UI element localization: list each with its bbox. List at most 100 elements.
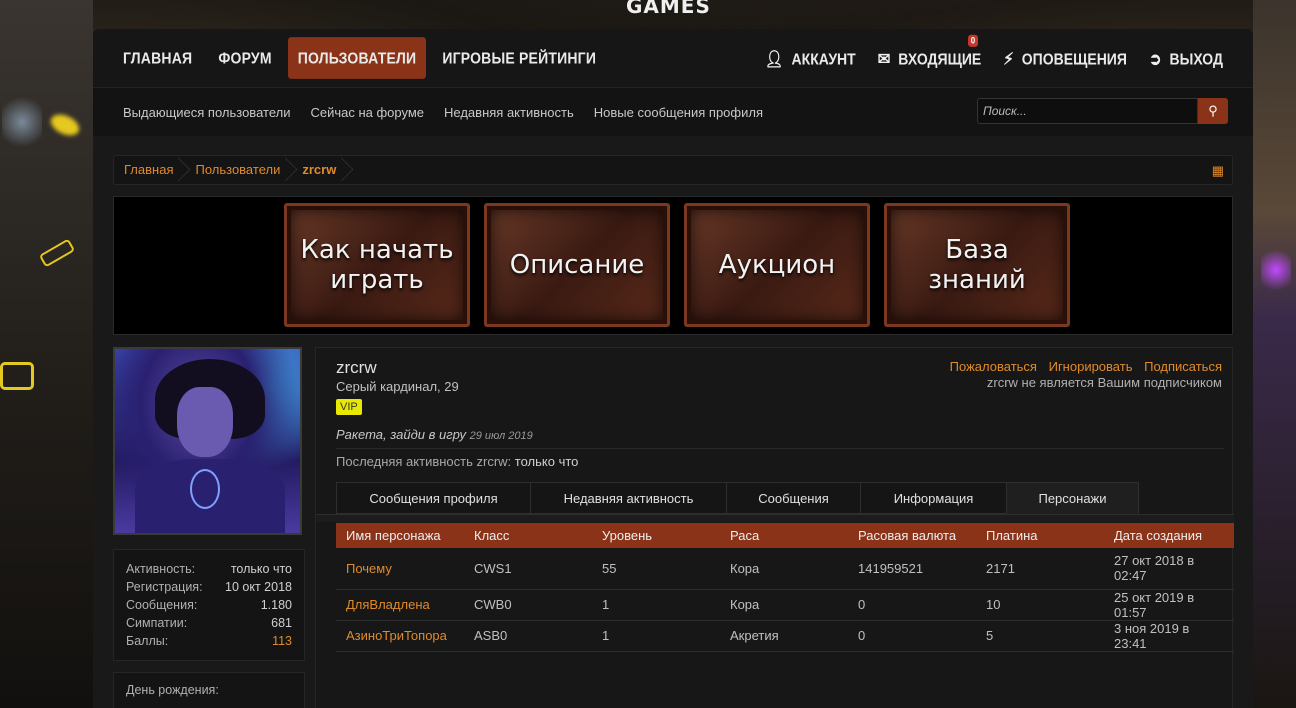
- banner-knowledge-base[interactable]: База знаний: [884, 203, 1070, 327]
- account-link[interactable]: 👤︎ АККАУНТ: [765, 49, 856, 69]
- table-cell: 3 ноя 2019 в 23:41: [1104, 620, 1234, 652]
- table-cell: 5: [976, 620, 1104, 652]
- report-link[interactable]: Пожаловаться: [950, 359, 1037, 374]
- banner-auction[interactable]: Аукцион: [684, 203, 870, 327]
- nav-forum[interactable]: ФОРУМ: [208, 38, 281, 78]
- subnav-new-profile-posts[interactable]: Новые сообщения профиля: [594, 105, 763, 120]
- profile-status: Ракета, зайди в игру 29 июл 2019: [336, 427, 533, 442]
- site-logo[interactable]: GAMES: [626, 0, 711, 18]
- profile-actions: Пожаловаться Игнорировать Подписаться zr…: [942, 359, 1222, 390]
- character-name-link[interactable]: АзиноТриТопора: [336, 620, 464, 652]
- follow-link[interactable]: Подписаться: [1144, 359, 1222, 374]
- alerts-link[interactable]: ⚡︎ ОПОВЕЩЕНИЯ: [1003, 49, 1127, 69]
- col-header[interactable]: Класс: [464, 523, 592, 548]
- col-header[interactable]: Уровень: [592, 523, 720, 548]
- inbox-label: ВХОДЯЩИЕ: [898, 49, 982, 68]
- logout-link[interactable]: ➲ ВЫХОД: [1149, 49, 1223, 69]
- col-header[interactable]: Раса: [720, 523, 848, 548]
- avatar[interactable]: [113, 347, 302, 535]
- stat-row: Регистрация: 10 окт 2018: [126, 580, 292, 594]
- sub-navigation: Выдающиеся пользователи Сейчас на форуме…: [93, 88, 1253, 136]
- birthday-block: День рождения:: [113, 672, 305, 708]
- banner-how-to-start[interactable]: Как начать играть: [284, 203, 470, 327]
- character-name-link[interactable]: Почему: [336, 548, 464, 590]
- table-cell: Кора: [720, 548, 848, 590]
- page-container: ГЛАВНАЯ ФОРУМ ПОЛЬЗОВАТЕЛИ ИГРОВЫЕ РЕЙТИ…: [93, 29, 1253, 708]
- vip-badge: VIP: [336, 399, 362, 415]
- inbox-badge: 0: [967, 34, 979, 47]
- subnav-notable-members[interactable]: Выдающиеся пользователи: [123, 105, 290, 120]
- subnav-recent-activity[interactable]: Недавняя активность: [444, 105, 574, 120]
- table-cell: 2171: [976, 548, 1104, 590]
- profile-title: Серый кардинал, 29: [336, 379, 459, 394]
- table-cell: Акретия: [720, 620, 848, 652]
- subnav-online-now[interactable]: Сейчас на форуме: [310, 105, 424, 120]
- breadcrumb-current[interactable]: zrcrw: [292, 155, 348, 185]
- table-row: ДляВладлена CWB0 1 Кора 0 10 25 окт 2019…: [336, 589, 1234, 621]
- search-input[interactable]: [977, 98, 1198, 124]
- stat-row: Баллы: 113: [126, 632, 292, 650]
- tab-characters[interactable]: Персонажи: [1006, 482, 1139, 514]
- search-button[interactable]: ⚲: [1198, 98, 1228, 124]
- table-cell: 0: [848, 589, 976, 621]
- table-cell: 0: [848, 620, 976, 652]
- logout-label: ВЫХОД: [1169, 49, 1223, 68]
- search-box: ⚲: [977, 98, 1228, 124]
- table-cell: 141959521: [848, 548, 976, 590]
- status-date[interactable]: 29 июл 2019: [470, 430, 533, 442]
- table-cell: 25 окт 2019 в 01:57: [1104, 589, 1234, 621]
- profile-stats: Активность: только что Регистрация: 10 окт…: [113, 549, 305, 661]
- col-header[interactable]: Платина: [976, 523, 1104, 548]
- last-activity: Последняя активность zrcrw: только что: [336, 454, 579, 469]
- table-cell: 27 окт 2018 в 02:47: [1104, 548, 1234, 590]
- nav-game-ratings[interactable]: ИГРОВЫЕ РЕЙТИНГИ: [432, 38, 606, 78]
- follow-note: zrcrw не является Вашим подписчиком: [986, 375, 1222, 390]
- logout-icon: ➲: [1148, 49, 1162, 69]
- table-cell: CWS1: [464, 548, 592, 590]
- tab-profile-posts[interactable]: Сообщения профиля: [336, 482, 530, 514]
- profile-tabs: Сообщения профиля Недавняя активность Со…: [336, 482, 1139, 514]
- table-cell: 55: [592, 548, 720, 590]
- tab-posts[interactable]: Сообщения: [726, 482, 860, 514]
- top-navigation: ГЛАВНАЯ ФОРУМ ПОЛЬЗОВАТЕЛИ ИГРОВЫЕ РЕЙТИ…: [93, 29, 1253, 88]
- profile-main: zrcrw Серый кардинал, 29 VIP Ракета, зай…: [315, 347, 1234, 708]
- banner: Как начать играть Описание Аукцион База …: [113, 196, 1233, 335]
- table-row: Почему CWS1 55 Кора 141959521 2171 27 ок…: [336, 548, 1234, 590]
- table-cell: 1: [592, 589, 720, 621]
- col-header[interactable]: Расовая валюта: [848, 523, 976, 548]
- col-header[interactable]: Дата создания: [1104, 523, 1234, 548]
- banner-description[interactable]: Описание: [484, 203, 670, 327]
- nav-home[interactable]: ГЛАВНАЯ: [113, 38, 202, 78]
- breadcrumb-users[interactable]: Пользователи: [185, 155, 292, 185]
- envelope-icon: ✉︎: [877, 49, 891, 69]
- tab-information[interactable]: Информация: [860, 482, 1006, 514]
- table-cell: CWB0: [464, 589, 592, 621]
- table-header-row: Имя персонажа Класс Уровень Раса Расовая…: [336, 523, 1234, 548]
- search-icon: ⚲: [1208, 103, 1218, 118]
- table-cell: Кора: [720, 589, 848, 621]
- bolt-icon: ⚡︎: [1003, 49, 1014, 69]
- character-name-link[interactable]: ДляВладлена: [336, 589, 464, 621]
- sitemap-icon[interactable]: ▦: [1212, 163, 1224, 179]
- breadcrumb: Главная Пользователи zrcrw ▦: [113, 155, 1233, 185]
- stat-row: Сообщения: 1.180: [126, 598, 292, 612]
- profile-username: zrcrw: [336, 358, 377, 377]
- table-cell: ASB0: [464, 620, 592, 652]
- points-link[interactable]: 113: [272, 632, 292, 650]
- tab-recent-activity[interactable]: Недавняя активность: [530, 482, 726, 514]
- account-label: АККАУНТ: [791, 49, 856, 68]
- background-art-right: [1253, 0, 1296, 708]
- breadcrumb-home[interactable]: Главная: [114, 155, 185, 185]
- stat-row: Симпатии: 681: [126, 616, 292, 630]
- background-art-left: [0, 0, 93, 708]
- table-cell: 10: [976, 589, 1104, 621]
- profile-sidebar: Активность: только что Регистрация: 10 окт…: [113, 347, 305, 708]
- inbox-link[interactable]: ✉︎ ВХОДЯЩИЕ 0: [877, 34, 982, 69]
- table-cell: 1: [592, 620, 720, 652]
- nav-users[interactable]: ПОЛЬЗОВАТЕЛИ: [287, 37, 427, 79]
- col-header[interactable]: Имя персонажа: [336, 523, 464, 548]
- characters-table: Имя персонажа Класс Уровень Раса Расовая…: [336, 523, 1234, 652]
- alerts-label: ОПОВЕЩЕНИЯ: [1021, 49, 1127, 68]
- stat-row: Активность: только что: [126, 562, 292, 576]
- ignore-link[interactable]: Игнорировать: [1049, 359, 1133, 374]
